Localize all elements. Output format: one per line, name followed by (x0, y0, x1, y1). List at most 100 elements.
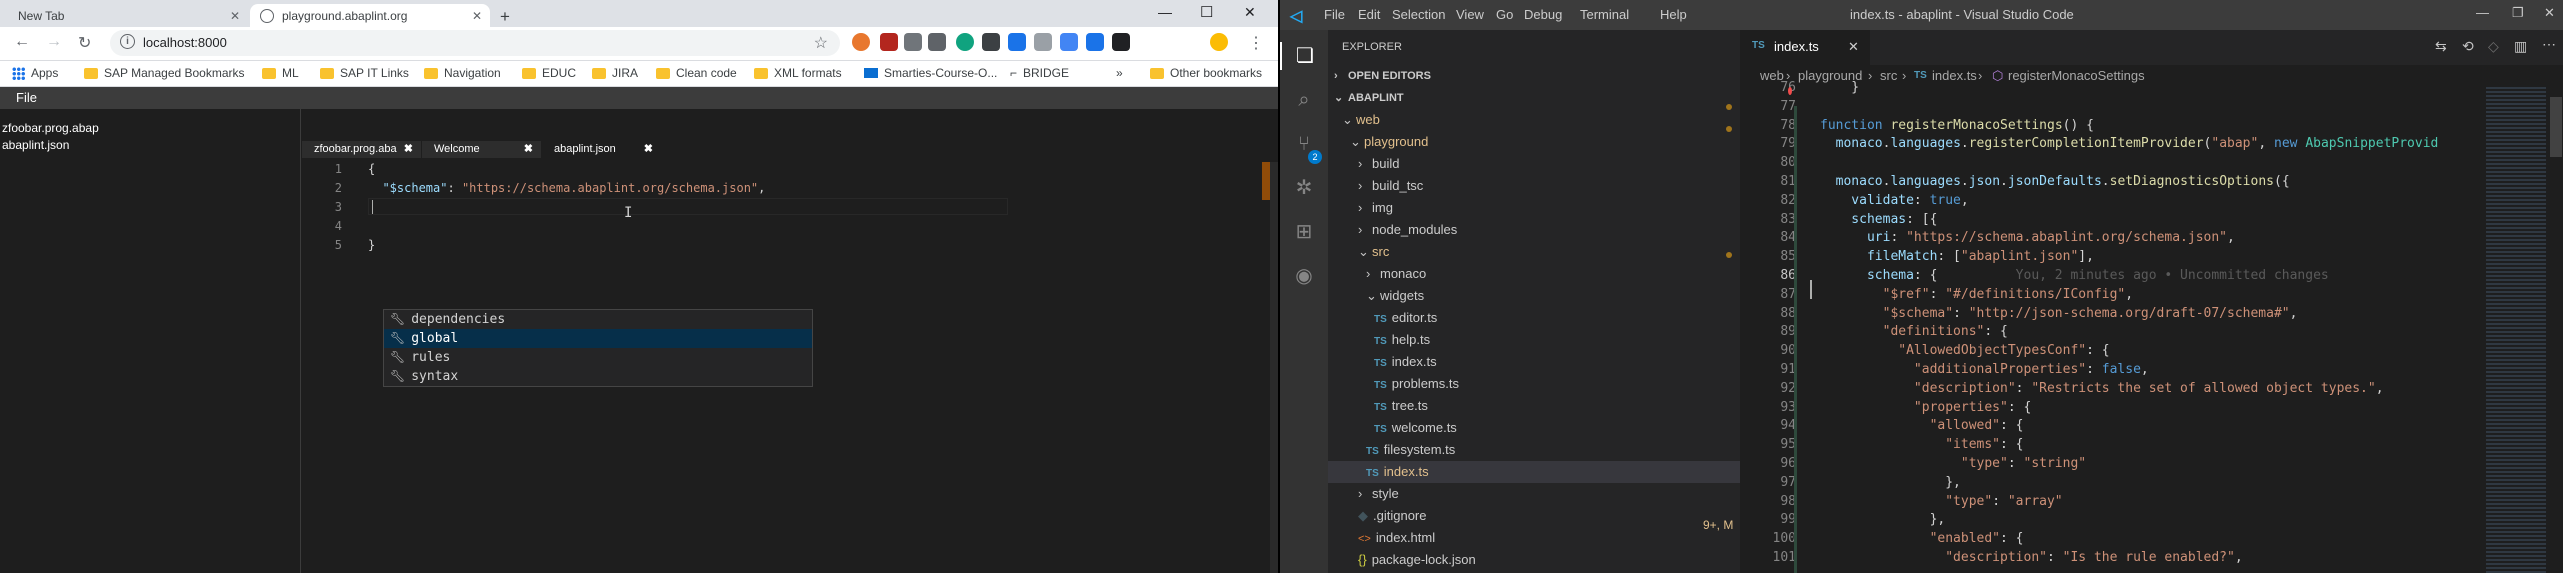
extension-icon[interactable] (852, 33, 870, 51)
suggestion-item[interactable]: 🔧︎ rules (384, 348, 812, 367)
tree-item[interactable]: TS editor.ts (1374, 307, 1437, 329)
extension-icon[interactable] (1034, 33, 1052, 51)
menu-item[interactable]: File (1324, 7, 1345, 22)
breadcrumb-item[interactable]: index.ts (1932, 68, 1977, 83)
tree-item[interactable]: › node_modules (1358, 219, 1457, 241)
tree-item[interactable]: ⌄ widgets (1366, 285, 1424, 307)
info-icon[interactable]: i (120, 34, 135, 49)
tree-item[interactable]: › img (1358, 197, 1393, 219)
extension-icon[interactable] (956, 33, 974, 51)
forward-icon[interactable]: → (46, 33, 62, 51)
tree-item[interactable]: <> index.html (1358, 527, 1435, 549)
tree-item[interactable]: {} package-lock.json (1358, 549, 1476, 571)
editor-tab[interactable]: zfoobar.prog.aba ✖ (302, 141, 422, 158)
bookmark-link[interactable]: ⌐ BRIDGE (1010, 66, 1069, 80)
close-icon[interactable]: ✕ (1848, 39, 1859, 55)
workspace-section[interactable]: ⌄ ABAPLINT (1334, 87, 1404, 109)
tree-item[interactable]: › monaco (1366, 263, 1426, 285)
tree-item[interactable]: ◆ .gitignore (1358, 505, 1426, 527)
tree-item[interactable]: ⌄ web (1342, 109, 1380, 131)
extension-icon[interactable] (880, 33, 898, 51)
other-bookmarks[interactable]: Other bookmarks (1150, 66, 1262, 80)
tab-new-tab[interactable]: New Tab ✕ (8, 4, 248, 27)
suggestion-item[interactable]: 🔧︎ dependencies (384, 310, 812, 329)
minimap-slider[interactable] (2550, 97, 2562, 157)
menu-item[interactable]: Help (1660, 7, 1687, 22)
extension-icon[interactable] (1112, 33, 1130, 51)
navigate-icon[interactable]: ◇ (2488, 38, 2499, 55)
debug-icon[interactable]: ✲ (1290, 174, 1318, 202)
open-changes-icon[interactable]: ⇆ (2435, 38, 2447, 55)
menu-item[interactable]: Selection (1392, 7, 1445, 22)
go-back-icon[interactable]: ⟲ (2462, 38, 2474, 55)
back-icon[interactable]: ← (14, 33, 30, 51)
close-window-icon[interactable]: ✕ (1244, 4, 1256, 21)
menu-item[interactable]: Debug (1524, 7, 1562, 22)
editor-tab-active[interactable]: TS index.ts ✕ (1740, 30, 1870, 65)
editor-scrollbar[interactable] (1270, 162, 1278, 573)
minimap[interactable] (2480, 87, 2563, 573)
git-lens-icon[interactable]: ◉ (1290, 262, 1318, 290)
close-icon[interactable]: ✖ (524, 141, 533, 158)
suggestion-item-selected[interactable]: 🔧︎ global (384, 329, 812, 348)
minimize-icon[interactable]: — (1158, 4, 1172, 20)
menu-item[interactable]: Go (1496, 7, 1513, 22)
restore-icon[interactable]: ❐ (2512, 5, 2524, 21)
extension-icon[interactable] (982, 33, 1000, 51)
tree-item[interactable]: › build_tsc (1358, 175, 1423, 197)
editor-tab-active[interactable]: abaplint.json ✖ (542, 141, 662, 158)
tree-item[interactable]: ⌄ src (1358, 241, 1389, 263)
file-item[interactable]: zfoobar.prog.abap (2, 121, 99, 135)
tree-item[interactable]: ⌄ playground (1350, 131, 1428, 153)
file-item[interactable]: abaplint.json (2, 138, 69, 152)
tree-item[interactable]: TS welcome.ts (1374, 417, 1457, 439)
editor-tab[interactable]: Welcome ✖ (422, 141, 542, 158)
files-icon[interactable]: ❏ (1280, 42, 1328, 70)
avatar[interactable] (1210, 33, 1228, 51)
tree-item[interactable]: TS index.ts (1374, 351, 1437, 373)
bookmark-folder[interactable]: Clean code (656, 66, 737, 80)
menu-icon[interactable]: ⋮ (1248, 33, 1264, 53)
bookmark-folder[interactable]: SAP Managed Bookmarks (84, 66, 245, 80)
tree-item[interactable]: TS tree.ts (1374, 395, 1428, 417)
tree-item[interactable]: › build (1358, 153, 1399, 175)
close-icon[interactable]: ✕ (472, 9, 482, 23)
tree-item[interactable]: TS problems.ts (1374, 373, 1459, 395)
address-bar[interactable]: i localhost:8000 ☆ (110, 30, 840, 56)
tab-playground[interactable]: playground.abaplint.org ✕ (250, 4, 490, 27)
close-icon[interactable]: ✖ (644, 141, 653, 158)
extension-icon[interactable] (928, 33, 946, 51)
menu-item[interactable]: Terminal (1580, 7, 1629, 22)
menu-item[interactable]: View (1456, 7, 1484, 22)
split-editor-icon[interactable]: ▥ (2514, 38, 2527, 55)
code-editor[interactable]: 76 }7778function registerMonacoSettings(… (1740, 80, 2480, 573)
breadcrumb-item[interactable]: src (1880, 68, 1897, 83)
extension-icon[interactable] (1008, 33, 1026, 51)
menu-file[interactable]: File (16, 90, 37, 105)
bookmark-sap[interactable]: Smarties-Course-O... (864, 66, 997, 80)
extension-icon[interactable] (1060, 33, 1078, 51)
close-icon[interactable]: ✖ (404, 141, 413, 158)
tree-item[interactable]: TS filesystem.ts (1366, 439, 1455, 461)
minimize-icon[interactable]: — (2476, 5, 2489, 20)
tree-item[interactable]: TS help.ts (1374, 329, 1430, 351)
bookmark-folder[interactable]: SAP IT Links (320, 66, 409, 80)
menu-item[interactable]: Edit (1358, 7, 1380, 22)
bookmark-folder[interactable]: ML (262, 66, 299, 80)
bookmark-folder[interactable]: XML formats (754, 66, 842, 80)
close-icon[interactable]: ✕ (230, 9, 240, 23)
more-actions-icon[interactable]: ⋯ (2542, 36, 2556, 53)
tree-item[interactable]: › style (1358, 483, 1399, 505)
tree-item[interactable]: TS index.ts (1328, 461, 1740, 483)
bookmarks-more-button[interactable]: » (1116, 66, 1123, 80)
search-icon[interactable]: ⌕ (1290, 86, 1318, 114)
reload-icon[interactable]: ↻ (78, 33, 91, 53)
breadcrumb-item[interactable]: registerMonacoSettings (2008, 68, 2145, 83)
close-window-icon[interactable]: ✕ (2544, 5, 2555, 21)
suggestion-item[interactable]: 🔧︎ syntax (384, 367, 812, 386)
extensions-icon[interactable]: ⊞ (1290, 218, 1318, 246)
bookmark-apps[interactable]: Apps (12, 66, 58, 80)
extension-icon[interactable] (904, 33, 922, 51)
bookmark-folder[interactable]: EDUC (522, 66, 576, 80)
star-icon[interactable]: ☆ (814, 33, 828, 53)
